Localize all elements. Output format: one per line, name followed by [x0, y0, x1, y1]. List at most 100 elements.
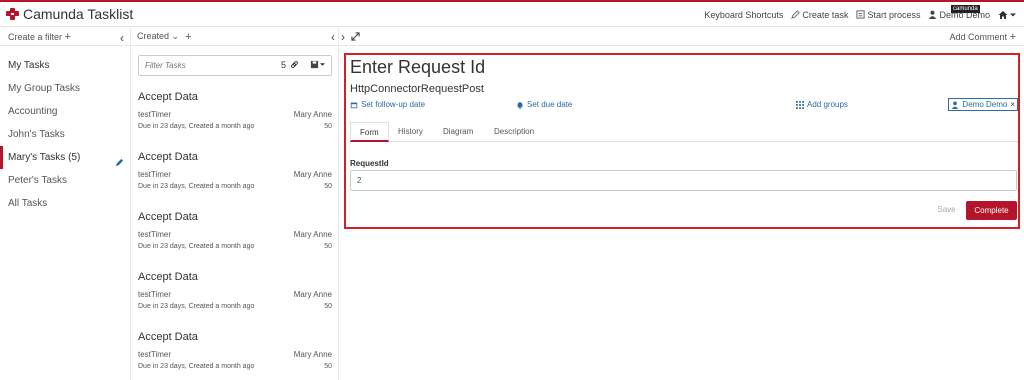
sort-label: Created: [137, 31, 170, 41]
task-form-panel: Enter Request Id HttpConnectorRequestPos…: [344, 53, 1020, 229]
camunda-logo-icon: [6, 8, 19, 20]
task-card[interactable]: Accept Data testTimer Mary Anne Due in 23…: [138, 271, 332, 331]
task-priority: 50: [324, 303, 332, 310]
calendar-icon: [350, 102, 358, 108]
filter-item[interactable]: Accounting: [0, 100, 130, 123]
task-process: testTimer: [138, 350, 172, 359]
detail-nav: ‹ ›: [331, 30, 360, 44]
task-priority: 50: [324, 183, 332, 190]
plus-icon: +: [64, 30, 71, 43]
task-process: testTimer: [138, 230, 172, 239]
start-process-link[interactable]: Start process: [856, 10, 920, 20]
request-id-input[interactable]: [350, 170, 1017, 191]
create-filter-label: Create a filter: [8, 31, 63, 42]
app-title: Camunda Tasklist: [23, 6, 134, 22]
floppy-disk-icon: [310, 60, 319, 69]
follow-up-label: Set follow-up date: [361, 100, 426, 109]
sort-dropdown[interactable]: Created ⌄: [137, 31, 179, 42]
home-icon: [998, 10, 1008, 19]
filter-label: All Tasks: [8, 198, 48, 209]
save-button[interactable]: Save: [933, 201, 960, 219]
chevron-down-icon: ⌄: [169, 31, 180, 41]
tab-form[interactable]: Form: [350, 122, 389, 142]
chevron-left-icon[interactable]: ‹: [331, 30, 335, 44]
keyboard-shortcuts-link[interactable]: Keyboard Shortcuts: [704, 10, 783, 20]
assignee-tag[interactable]: Demo Demo ×: [948, 98, 1018, 111]
set-follow-up-link[interactable]: Set follow-up date: [350, 100, 425, 109]
request-id-label: RequestId: [350, 159, 389, 168]
filter-item[interactable]: My Group Tasks: [0, 77, 130, 100]
assignee-name: Demo Demo: [962, 100, 1008, 109]
filter-label: My Group Tasks: [8, 83, 81, 94]
set-due-date-link[interactable]: Set due date: [516, 100, 572, 109]
filter-tasks-input[interactable]: [145, 56, 265, 75]
tab-diagram[interactable]: Diagram: [434, 122, 482, 142]
link-icon[interactable]: [290, 60, 299, 71]
task-priority: 50: [324, 243, 332, 250]
task-due: Due in 23 days, Created a month ago: [138, 183, 255, 190]
plus-icon: +: [1009, 31, 1016, 43]
task-name: Accept Data: [138, 271, 198, 283]
chevron-right-icon[interactable]: ›: [341, 30, 345, 44]
task-list-panel: Created ⌄ + 5 Accept Data testTimer Mary …: [131, 28, 339, 380]
add-groups-link[interactable]: Add groups: [796, 100, 848, 109]
task-card[interactable]: Accept Data testTimer Mary Anne Due in 23…: [138, 331, 332, 380]
task-card[interactable]: Accept Data testTimer Mary Anne Due in 23…: [138, 151, 332, 211]
collapse-left-icon[interactable]: ‹: [120, 31, 124, 45]
grid-icon: [796, 100, 804, 109]
pencil-icon: [791, 10, 801, 19]
filter-item[interactable]: All Tasks: [0, 192, 130, 215]
filters-panel: Create a filter + ‹ My Tasks My Group Ta…: [0, 28, 131, 380]
task-due: Due in 23 days, Created a month ago: [138, 363, 255, 370]
filter-count: (5): [68, 152, 81, 163]
task-card[interactable]: Accept Data testTimer Mary Anne Due in 23…: [138, 91, 332, 151]
start-process-label: Start process: [867, 9, 921, 20]
brand[interactable]: Camunda Tasklist: [6, 6, 133, 22]
complete-button[interactable]: Complete: [966, 201, 1017, 220]
add-comment-label: Add Comment: [949, 32, 1008, 42]
home-menu[interactable]: [998, 10, 1016, 20]
user-icon: [952, 101, 959, 109]
process-name: HttpConnectorRequestPost: [350, 83, 484, 95]
add-groups-label: Add groups: [807, 100, 848, 109]
filter-label: Accounting: [8, 106, 58, 117]
add-sort-plus-icon[interactable]: +: [185, 31, 191, 43]
task-name: Accept Data: [138, 211, 198, 223]
task-assignee: Mary Anne: [293, 110, 332, 119]
task-priority: 50: [324, 123, 332, 130]
expand-icon[interactable]: [351, 30, 360, 44]
task-process: testTimer: [138, 170, 172, 179]
filter-item[interactable]: My Tasks: [0, 54, 130, 77]
task-due: Due in 23 days, Created a month ago: [138, 243, 255, 250]
task-search: 5: [138, 55, 332, 76]
tab-description[interactable]: Description: [485, 122, 543, 142]
top-navbar: Camunda Tasklist Keyboard Shortcuts Crea…: [0, 2, 1024, 27]
filter-label: Peter's Tasks: [8, 175, 67, 186]
task-detail-toolbar: ‹ › Add Comment +: [331, 28, 1024, 46]
task-assignee: Mary Anne: [293, 230, 332, 239]
task-priority: 50: [324, 363, 332, 370]
task-process: testTimer: [138, 110, 172, 119]
task-due: Due in 23 days, Created a month ago: [138, 303, 255, 310]
save-search-button[interactable]: [310, 60, 325, 69]
task-card[interactable]: Accept Data testTimer Mary Anne Due in 23…: [138, 211, 332, 271]
task-tabs: Form History Diagram Description: [350, 122, 1018, 142]
tab-history[interactable]: History: [389, 122, 432, 142]
create-filter-button[interactable]: Create a filter +: [8, 31, 71, 43]
filter-item[interactable]: Peter's Tasks: [0, 169, 130, 192]
caret-down-icon: [320, 63, 325, 66]
filters-toolbar: Create a filter + ‹: [0, 28, 130, 46]
remove-assignee-icon[interactable]: ×: [1010, 100, 1015, 109]
task-name: Accept Data: [138, 151, 198, 163]
task-process: testTimer: [138, 290, 172, 299]
add-comment-button[interactable]: Add Comment +: [950, 31, 1016, 43]
create-task-link[interactable]: Create task: [791, 10, 848, 20]
bell-icon: [517, 101, 523, 109]
filter-label: My Tasks: [8, 60, 50, 71]
filter-label: John's Tasks: [8, 129, 65, 140]
task-assignee: Mary Anne: [293, 290, 332, 299]
filter-item[interactable]: John's Tasks: [0, 123, 130, 146]
user-badge: camunda: [951, 5, 980, 13]
filter-item-selected[interactable]: Mary's Tasks (5): [0, 146, 130, 169]
task-name: Accept Data: [138, 91, 198, 103]
